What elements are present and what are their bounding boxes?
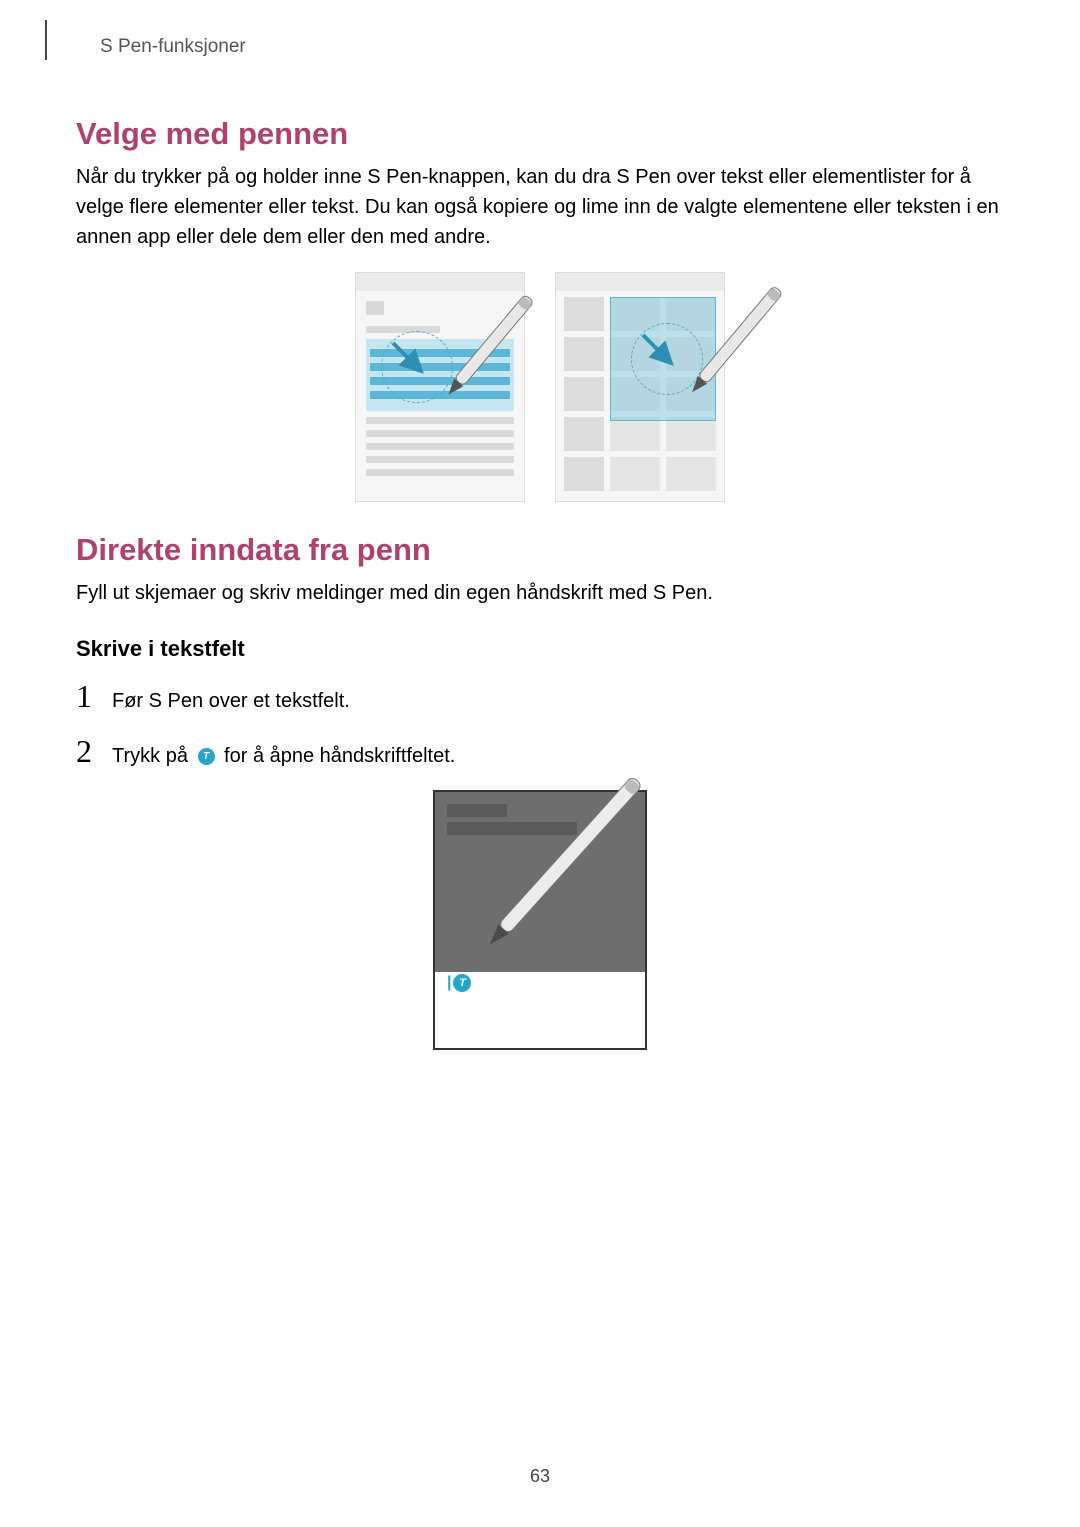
figure-select-illustrations	[76, 272, 1004, 502]
step-text-post: for å åpne håndskriftfeltet.	[219, 745, 456, 767]
s-pen-icon	[661, 279, 811, 429]
page-content: Velge med pennen Når du trykker på og ho…	[76, 38, 1004, 1050]
device-illustration: | T	[433, 790, 647, 1050]
step-item: 2 Trykk på T for å åpne håndskriftfeltet…	[76, 735, 1004, 770]
header-rule	[45, 20, 47, 60]
page-number: 63	[530, 1466, 550, 1487]
step-number: 2	[76, 735, 104, 767]
illustration-text-select	[355, 272, 525, 502]
chapter-title: S Pen-funksjoner	[100, 36, 246, 58]
step-number: 1	[76, 680, 104, 712]
step-item: 1 Før S Pen over et tekstfelt.	[76, 680, 1004, 715]
step-text: Trykk på T for å åpne håndskriftfeltet.	[112, 742, 455, 770]
subheading-write-in-text-field: Skrive i tekstfelt	[76, 636, 1004, 662]
steps-list: 1 Før S Pen over et tekstfelt. 2 Trykk p…	[76, 680, 1004, 770]
section-body: Når du trykker på og holder inne S Pen-k…	[76, 162, 1004, 252]
section-heading-direct-pen-input: Direkte inndata fra penn	[76, 532, 1004, 568]
step-text: Før S Pen over et tekstfelt.	[112, 687, 350, 715]
illustration-grid-select	[555, 272, 725, 502]
figure-direct-input: | T	[76, 790, 1004, 1050]
document-page: S Pen-funksjoner Velge med pennen Når du…	[0, 0, 1080, 1527]
step-text-pre: Trykk på	[112, 745, 194, 767]
s-pen-icon	[416, 283, 556, 423]
handwriting-badge-icon: T	[198, 748, 215, 765]
s-pen-icon	[441, 778, 661, 988]
section-body: Fyll ut skjemaer og skriv meldinger med …	[76, 578, 1004, 608]
section-heading-select-with-pen: Velge med pennen	[76, 116, 1004, 152]
